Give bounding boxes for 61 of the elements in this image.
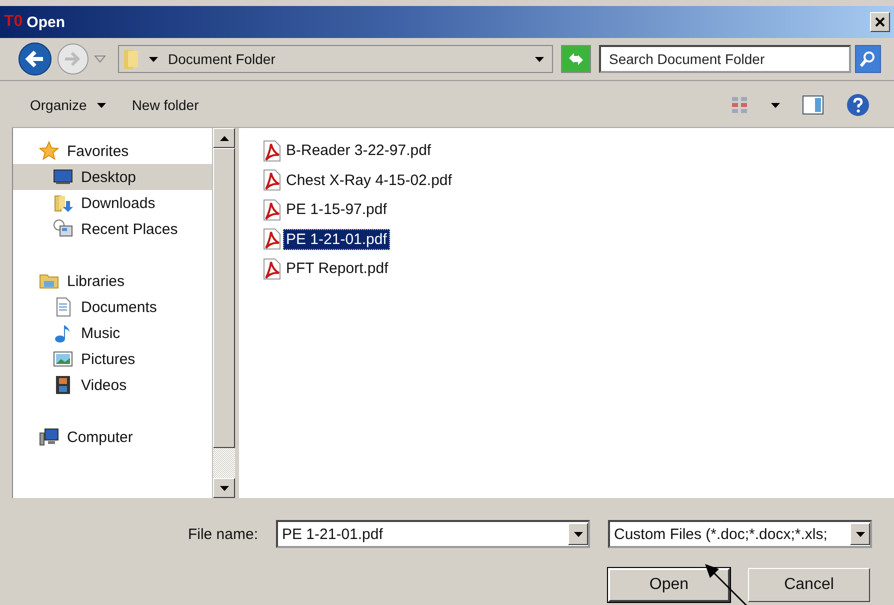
refresh-arrows-icon xyxy=(567,51,585,67)
refresh-button[interactable] xyxy=(561,45,591,73)
sidebar-item[interactable]: Libraries xyxy=(13,268,212,294)
recent-places-icon xyxy=(53,219,73,239)
up-arrow-icon xyxy=(220,136,228,140)
monitor-icon xyxy=(53,167,73,187)
toolbar-button[interactable]: New folder xyxy=(124,93,207,117)
pdf-file-icon xyxy=(261,198,283,221)
computer-icon xyxy=(39,427,59,447)
pdf-file-icon xyxy=(261,169,283,192)
scrollbar-thumb[interactable] xyxy=(213,148,235,448)
search-field[interactable]: Search Document Folder xyxy=(599,45,851,73)
caret-icon xyxy=(771,102,780,108)
view-grid-icon xyxy=(731,96,749,114)
down-arrow-icon xyxy=(220,486,228,490)
sidebar-item[interactable]: Recent Places xyxy=(13,216,212,242)
pdf-file-icon xyxy=(261,228,283,250)
sidebar-item[interactable]: Videos xyxy=(13,372,212,398)
picture-icon xyxy=(53,349,73,369)
caret-icon xyxy=(574,532,582,536)
caret-icon xyxy=(856,532,864,536)
film-strip-icon xyxy=(53,375,73,395)
scroll-up-button[interactable] xyxy=(213,128,235,148)
file-type-dropdown[interactable]: Custom Files (*.doc;*.docx;*.xls; xyxy=(608,520,872,548)
menu-button[interactable]: Organize xyxy=(22,93,114,117)
folder-icon xyxy=(123,48,139,70)
sidebar-item[interactable]: Desktop xyxy=(13,164,212,190)
pane-icon xyxy=(802,95,824,115)
sidebar-item[interactable]: Favorites xyxy=(13,138,212,164)
star-icon xyxy=(39,141,59,161)
help-icon xyxy=(846,93,870,117)
sidebar-item[interactable]: Pictures xyxy=(13,346,212,372)
search-button[interactable] xyxy=(855,45,881,73)
field-label: File name: xyxy=(188,526,258,542)
music-note-icon xyxy=(53,323,73,343)
close-icon xyxy=(875,17,885,27)
pdf-file-icon xyxy=(261,258,283,280)
caret-icon xyxy=(535,56,544,62)
caret-icon xyxy=(96,102,106,108)
file-item[interactable]: PFT Report.pdf xyxy=(283,258,392,280)
address-bar[interactable]: Document Folder xyxy=(118,45,553,73)
file-item[interactable]: B-Reader 3-22-97.pdf xyxy=(283,140,434,162)
close-button[interactable] xyxy=(870,12,890,32)
sidebar-item[interactable]: Music xyxy=(13,320,212,346)
window-title: Open xyxy=(26,14,66,30)
download-folder-icon xyxy=(53,193,73,213)
scroll-down-button[interactable] xyxy=(213,478,235,498)
caret-icon xyxy=(94,55,106,63)
file-name-field[interactable]: PE 1-21-01.pdf xyxy=(276,520,590,548)
search-icon xyxy=(860,51,876,67)
sidebar-item[interactable]: Computer xyxy=(13,424,212,450)
pdf-file-icon xyxy=(261,140,283,162)
file-item[interactable]: PE 1-15-97.pdf xyxy=(283,199,390,220)
app-logo: T0 xyxy=(4,13,23,31)
sidebar-item[interactable]: Downloads xyxy=(13,190,212,216)
file-item[interactable]: Chest X-Ray 4-15-02.pdf xyxy=(283,170,455,191)
sidebar-item[interactable]: Documents xyxy=(13,294,212,320)
cancel-button[interactable]: Cancel xyxy=(748,568,870,602)
caret-icon xyxy=(149,56,158,62)
file-item[interactable]: PE 1-21-01.pdf xyxy=(283,228,390,250)
open-button[interactable]: Open xyxy=(608,568,730,602)
